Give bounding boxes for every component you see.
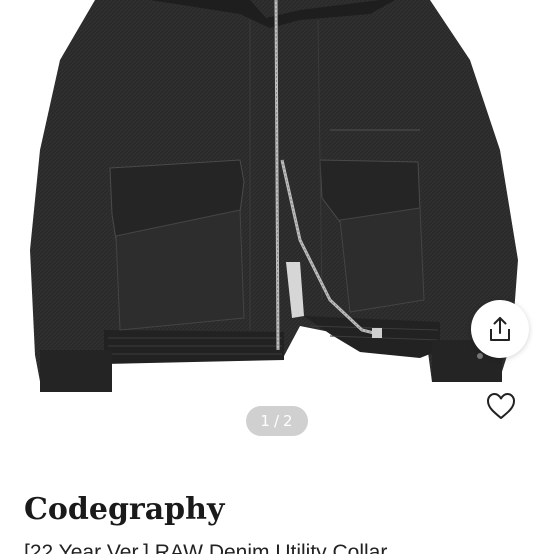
product-detail-page: 1 / 2 Codegraphy [22 Year Ver.] RAW Deni… [0, 0, 554, 554]
like-button[interactable] [480, 386, 522, 426]
heart-icon [487, 393, 515, 419]
product-image-gallery[interactable]: 1 / 2 [0, 0, 554, 470]
pager-total: 2 [283, 412, 294, 430]
share-icon [490, 317, 510, 341]
pager-current: 1 [260, 412, 271, 430]
pager-separator: / [273, 412, 281, 430]
product-image [30, 0, 518, 392]
image-pager: 1 / 2 [246, 406, 308, 436]
brand-name[interactable]: Codegraphy [24, 492, 224, 527]
product-title: [22 Year Ver.] RAW Denim Utility Collar [24, 541, 388, 554]
share-button[interactable] [471, 300, 529, 358]
